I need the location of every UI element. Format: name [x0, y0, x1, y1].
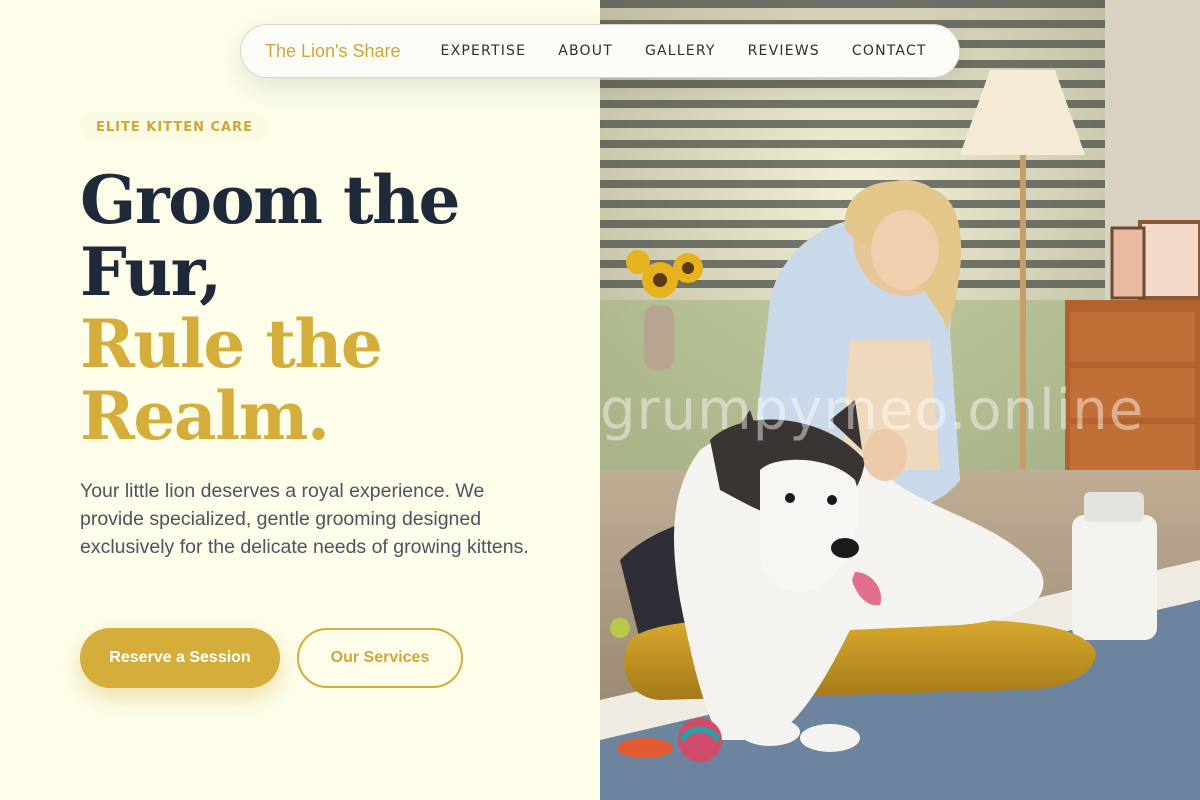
hero-headline: Groom the Fur, Rule the Realm. [80, 164, 580, 452]
nav-link-gallery[interactable]: GALLERY [645, 43, 716, 59]
nav-link-reviews[interactable]: REVIEWS [748, 43, 820, 59]
headline-line-1: Groom the [80, 161, 460, 239]
hero-photo [600, 0, 1200, 800]
brand-logo-link[interactable]: The Lion's Share [265, 41, 401, 62]
hero-description: Your little lion deserves a royal experi… [80, 480, 529, 558]
headline-line-4: Realm. [80, 377, 330, 455]
top-navigation: The Lion's Share EXPERTISE ABOUT GALLERY… [240, 24, 960, 78]
headline-line-3: Rule the [80, 305, 383, 383]
headline-line-2: Fur, [80, 233, 222, 311]
nav-link-about[interactable]: ABOUT [558, 43, 613, 59]
hero-badge: ELITE KITTEN CARE [80, 112, 269, 142]
our-services-button[interactable]: Our Services [297, 628, 463, 688]
reserve-session-button[interactable]: Reserve a Session [80, 628, 280, 688]
nav-link-contact[interactable]: CONTACT [852, 43, 927, 59]
nav-link-expertise[interactable]: EXPERTISE [441, 43, 527, 59]
hero-photo-illustration [600, 0, 1200, 800]
